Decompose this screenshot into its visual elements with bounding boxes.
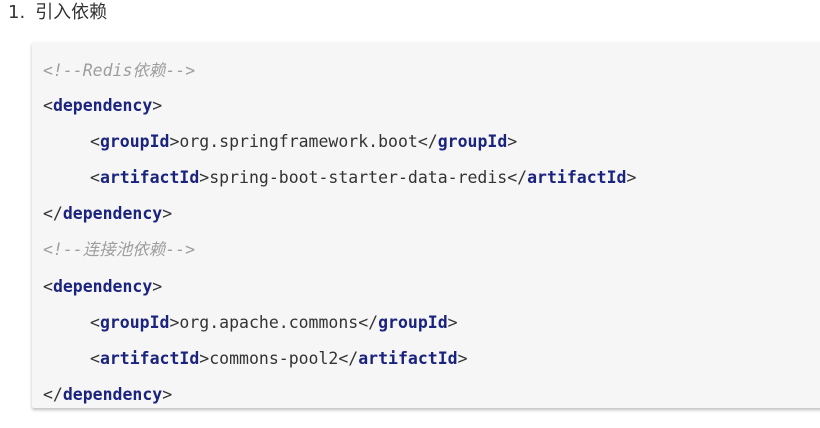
tag-name: artifactId [99,349,200,368]
code-line-dependency-close: </dependency> [43,204,173,223]
code-line-artifactid: <artifactId>commons-pool2</artifactId> [90,349,468,368]
tag-name: groupId [437,132,508,151]
step-title: 引入依赖 [35,2,108,23]
artifact-value: commons-pool2 [209,349,339,368]
tag-name: dependency [62,385,163,404]
tag-name: dependency [52,96,153,115]
code-block[interactable]: <!--Redis依赖--> <dependency> <groupId>org… [32,42,820,408]
tag-name: dependency [62,204,163,223]
group-value: org.apache.commons [179,313,359,332]
artifact-value: spring-boot-starter-data-redis [209,168,508,187]
tag-name: artifactId [527,168,627,187]
code-comment-redis: <!--Redis依赖--> [43,61,196,80]
tag-name: dependency [52,277,153,296]
page: 1. 引入依赖 <!--Redis依赖--> <dependency> <grou… [0,0,820,428]
step-number: 1. [8,2,26,23]
tag-name: groupId [378,313,448,332]
group-value: org.springframework.boot [179,132,418,151]
tag-name: artifactId [99,168,200,187]
tag-name: groupId [99,313,170,332]
code-line-dependency-open: <dependency> [43,277,163,296]
tag-name: groupId [99,132,170,151]
code-line-groupid: <groupId>org.springframework.boot</group… [90,132,518,151]
code-comment-pool: <!--连接池依赖--> [43,240,196,259]
code-line-dependency-open: <dependency> [43,96,163,115]
code-line-groupid: <groupId>org.apache.commons</groupId> [90,313,458,332]
tag-name: artifactId [358,349,458,368]
code-line-artifactid: <artifactId>spring-boot-starter-data-red… [90,168,637,187]
code-line-dependency-close: </dependency> [43,385,173,404]
step-heading: 1. 引入依赖 [8,0,107,26]
